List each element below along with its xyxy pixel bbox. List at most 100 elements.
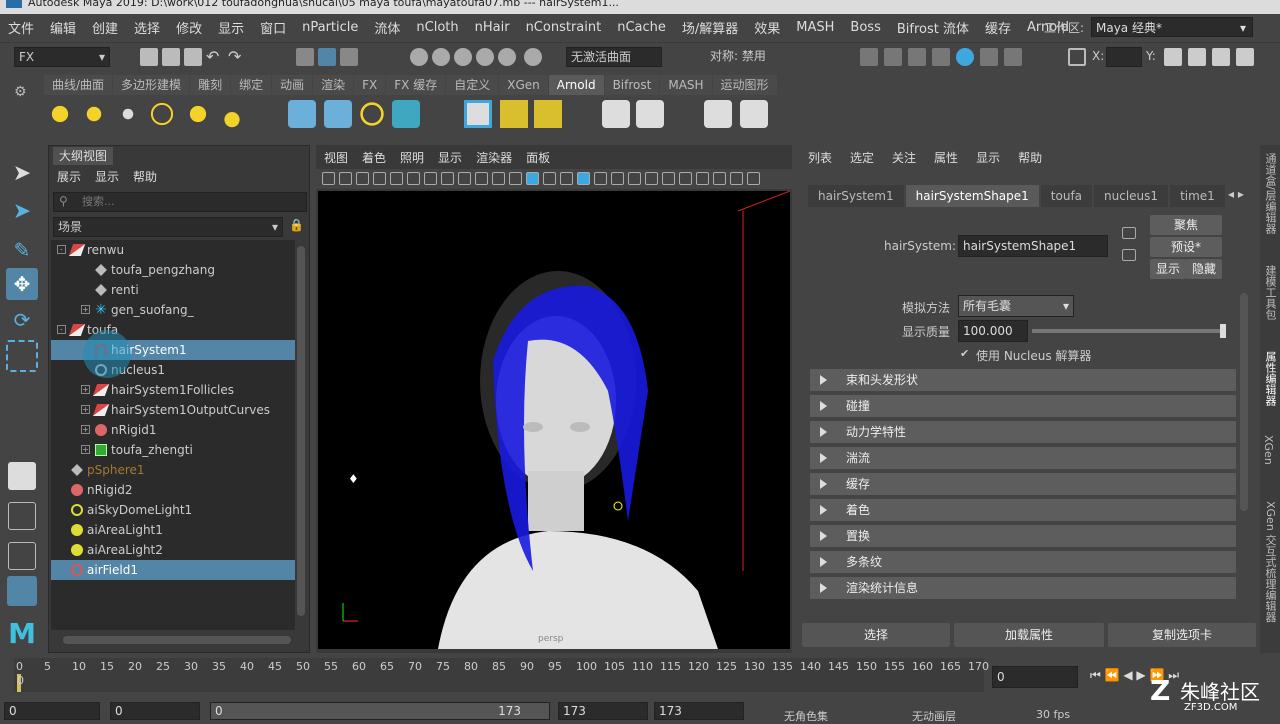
menu-item-3[interactable]: 选择 (126, 18, 168, 37)
sim-method-select[interactable]: 所有毛囊 ▾ (958, 295, 1074, 317)
x-field[interactable] (1106, 47, 1142, 67)
expand-toggle-icon[interactable]: + (81, 445, 90, 454)
outliner-row-hairSystem1Follicles[interactable]: + hairSystem1Follicles (51, 380, 295, 400)
attr-section-6[interactable]: 置换 (810, 525, 1236, 547)
shelf-tab-1[interactable]: 多边形建模 (113, 75, 190, 95)
menu-item-16[interactable]: Boss (842, 20, 888, 35)
workspace-select[interactable]: Maya 经典* ▾ (1091, 17, 1253, 37)
symmetry-select[interactable]: 对称: 禁用 (706, 47, 826, 67)
viewport-tool-icon-24[interactable] (730, 172, 743, 185)
load-attributes-button[interactable]: 加载属性 (954, 623, 1104, 647)
tool-settings-icon[interactable] (1212, 48, 1230, 66)
snap-grid-icon[interactable] (410, 48, 428, 66)
viewport-menu-3[interactable]: 显示 (438, 149, 462, 166)
flush-cache-icon[interactable] (534, 100, 562, 128)
render-settings-icon[interactable] (908, 48, 926, 66)
lasso-tool-icon[interactable]: ➤ (6, 196, 38, 228)
checkbox-icon[interactable]: ✔ (960, 347, 969, 360)
curve-collector-icon[interactable] (358, 100, 386, 128)
range-bar[interactable]: 0 173 (210, 702, 550, 720)
shelf-tab-5[interactable]: 渲染 (313, 75, 354, 95)
viewport-tool-icon-18[interactable] (628, 172, 641, 185)
new-scene-icon[interactable] (140, 48, 158, 66)
viewport-tool-icon-13[interactable] (543, 172, 556, 185)
move-tool-icon[interactable]: ✥ (6, 268, 38, 300)
anim-start-field[interactable]: 0 (4, 702, 100, 720)
outliner-row-airField1[interactable]: airField1 (51, 560, 295, 580)
viewport-menu-2[interactable]: 照明 (400, 149, 424, 166)
menu-item-5[interactable]: 显示 (210, 18, 252, 37)
attr-menu-5[interactable]: 帮助 (1018, 149, 1042, 166)
viewport-tool-icon-15[interactable] (577, 172, 590, 185)
select-component-icon[interactable] (340, 48, 358, 66)
physical-sky-icon[interactable] (218, 100, 246, 128)
shelf-tab-6[interactable]: FX (354, 75, 386, 95)
scale-tool-icon[interactable] (6, 340, 38, 372)
redo-icon[interactable]: ↷ (228, 48, 246, 66)
snap-view-icon[interactable] (476, 48, 494, 66)
photometric-light-icon[interactable] (114, 100, 142, 128)
display-quality-field[interactable]: 100.000 (958, 320, 1028, 342)
attr-menu-1[interactable]: 选定 (850, 149, 874, 166)
viewport-tool-icon-2[interactable] (356, 172, 369, 185)
panel-layout-icon[interactable] (1164, 48, 1182, 66)
side-tab-3[interactable]: XGen (1262, 435, 1275, 465)
attr-tab-hairSystem1[interactable]: hairSystem1 (808, 185, 904, 207)
gear-icon[interactable]: ⚙ (14, 84, 32, 102)
play-icon[interactable] (740, 100, 768, 128)
attr-section-1[interactable]: 碰撞 (810, 395, 1236, 417)
viewport-tool-icon-4[interactable] (390, 172, 403, 185)
attr-menu-0[interactable]: 列表 (808, 149, 832, 166)
undo-icon[interactable]: ↶ (206, 48, 224, 66)
attr-menu-3[interactable]: 属性 (934, 149, 958, 166)
shelf-tab-9[interactable]: XGen (499, 75, 548, 95)
attr-section-5[interactable]: 着色 (810, 499, 1236, 521)
attr-tab-hairSystemShape1[interactable]: hairSystemShape1 (905, 185, 1039, 207)
render-current-icon[interactable] (860, 48, 878, 66)
shelf-tab-13[interactable]: 运动图形 (712, 75, 777, 95)
character-set[interactable]: 无角色集 (784, 708, 828, 724)
save-scene-icon[interactable] (184, 48, 202, 66)
attribute-editor-icon[interactable] (1236, 48, 1254, 66)
viewport-menu-1[interactable]: 着色 (362, 149, 386, 166)
four-pane-icon[interactable] (8, 502, 36, 530)
outliner-row-renwu[interactable]: - renwu (51, 240, 295, 260)
viewport-tool-icon-5[interactable] (407, 172, 420, 185)
attr-section-0[interactable]: 束和头发形状 (810, 369, 1236, 391)
select-object-icon[interactable] (318, 48, 336, 66)
side-tab-0[interactable]: 通道盒/层编辑器 (1262, 153, 1278, 234)
outliner-row-toufa_pengzhang[interactable]: toufa_pengzhang (51, 260, 295, 280)
export-standin-icon[interactable] (324, 100, 352, 128)
viewport-tool-icon-19[interactable] (645, 172, 658, 185)
attr-section-3[interactable]: 湍流 (810, 447, 1236, 469)
outliner-row-toufa_zhengti[interactable]: + toufa_zhengti (51, 440, 295, 460)
render-view-icon[interactable] (980, 48, 998, 66)
outliner-row-nRigid2[interactable]: nRigid2 (51, 480, 295, 500)
outliner-row-pSphere1[interactable]: pSphere1 (51, 460, 295, 480)
viewport-tool-icon-8[interactable] (458, 172, 471, 185)
menu-item-18[interactable]: 缓存 (977, 18, 1019, 37)
snap-surface-icon[interactable] (498, 48, 516, 66)
hypershade-icon[interactable] (932, 48, 950, 66)
menu-item-1[interactable]: 编辑 (42, 18, 84, 37)
single-pane-icon[interactable] (8, 462, 36, 490)
live-surface-field[interactable]: 无激活曲面 (566, 47, 662, 67)
attr-section-8[interactable]: 渲染统计信息 (810, 577, 1236, 599)
current-frame-field[interactable]: 0 (992, 666, 1078, 688)
select-hierarchy-icon[interactable] (296, 48, 314, 66)
viewport-tool-icon-3[interactable] (373, 172, 386, 185)
expand-toggle-icon[interactable]: - (57, 325, 66, 334)
open-scene-icon[interactable] (162, 48, 180, 66)
viewport-tool-icon-0[interactable] (322, 172, 335, 185)
viewport-tool-icon-17[interactable] (611, 172, 624, 185)
two-pane-icon[interactable] (8, 542, 36, 570)
attr-tab-toufa[interactable]: toufa (1040, 185, 1093, 207)
outliner-menu-2[interactable]: 帮助 (133, 168, 157, 185)
menu-item-2[interactable]: 创建 (84, 18, 126, 37)
menu-item-11[interactable]: nConstraint (518, 20, 610, 35)
menu-item-15[interactable]: MASH (788, 20, 842, 35)
shelf-tab-12[interactable]: MASH (660, 75, 712, 95)
menu-item-9[interactable]: nCloth (408, 20, 466, 35)
channel-box-icon[interactable] (1188, 48, 1206, 66)
menu-item-13[interactable]: 场/解算器 (674, 18, 746, 37)
